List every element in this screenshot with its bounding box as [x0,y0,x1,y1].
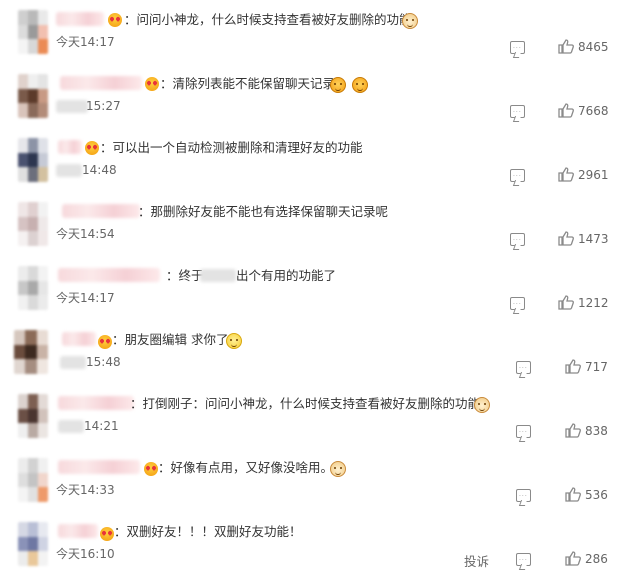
comment-row: ：清除列表能不能保留聊天记录 15:27 ··· 7668 [0,66,630,130]
thumbs-up-icon[interactable] [558,295,574,310]
comment-time: 今天14:33 [56,483,115,497]
comment-text: ：打倒刚子：问问小神龙，什么时候支持查看被好友删除的功能 [130,396,481,411]
comment-text: ：终于 [166,268,204,283]
comment-row: ：朋友圈编辑 求你了 15:48 ··· 717 [0,322,630,386]
avatar[interactable] [14,330,48,374]
badge-icon [100,527,114,541]
thumbs-up-icon[interactable] [565,487,581,502]
like-count: 8465 [578,40,609,54]
thumbs-up-icon[interactable] [558,167,574,182]
avatar[interactable] [18,266,48,310]
comment-row: ：打倒刚子：问问小神龙，什么时候支持查看被好友删除的功能 14:21 ··· 8… [0,386,630,450]
like-count: 536 [585,488,608,502]
dog-emoji-icon [330,461,346,477]
username-blurred[interactable] [62,332,96,346]
comment-row: ：双删好友！！！双删好友功能！ 今天16:10 投诉 ··· 286 [0,514,630,578]
report-link[interactable]: 投诉 [464,551,489,570]
angry-emoji-icon [352,77,368,93]
comment-time: 14:48 [82,163,117,177]
badge-icon [85,141,99,155]
comment-text: ：问问小神龙，什么时候支持查看被好友删除的功能 [124,12,412,27]
thumbs-up-icon[interactable] [565,359,581,374]
thumbs-up-icon[interactable] [558,231,574,246]
badge-icon [144,462,158,476]
username-blurred[interactable] [56,12,104,26]
thumbs-up-icon[interactable] [565,423,581,438]
comment-row: ：那删除好友能不能也有选择保留聊天记录呢 今天14:54 ··· 1473 [0,194,630,258]
username-blurred[interactable] [60,76,142,90]
time-prefix-blurred [56,164,82,177]
avatar[interactable] [18,10,48,54]
username-blurred[interactable] [58,524,98,538]
reply-icon[interactable]: ··· [516,489,531,502]
badge-icon [145,77,159,91]
reply-icon[interactable]: ··· [510,41,525,54]
like-count: 286 [585,552,608,566]
reply-icon[interactable]: ··· [516,425,531,438]
dog-emoji-icon [402,13,418,29]
reply-icon[interactable]: ··· [510,297,525,310]
username-blurred[interactable] [62,204,140,218]
like-count: 717 [585,360,608,374]
username-blurred[interactable] [58,396,134,410]
comment-text-rest: 出个有用的功能了 [236,268,337,283]
comment-text: ：朋友圈编辑 求你了 [112,332,229,347]
reply-icon[interactable]: ··· [516,361,531,374]
like-count: 2961 [578,168,609,182]
thumbs-up-icon[interactable] [558,103,574,118]
dog-emoji-icon [474,397,490,413]
avatar[interactable] [18,458,48,502]
comment-row: ：可以出一个自动检测被删除和清理好友的功能 14:48 ··· 2961 [0,130,630,194]
username-blurred[interactable] [58,460,140,474]
avatar[interactable] [18,138,48,182]
thumbs-up-icon[interactable] [565,551,581,566]
badge-icon [98,335,112,349]
avatar[interactable] [18,74,48,118]
reply-icon[interactable]: ··· [510,233,525,246]
angry-emoji-icon [330,77,346,93]
blurred-text [200,269,236,282]
comment-text: ：清除列表能不能保留聊天记录 [160,76,336,91]
like-count: 1473 [578,232,609,246]
time-prefix-blurred [60,356,86,369]
like-count: 7668 [578,104,609,118]
avatar[interactable] [18,394,48,438]
comment-row: ：问问小神龙，什么时候支持查看被好友删除的功能 今天14:17 ··· 8465 [0,2,630,66]
reply-icon[interactable]: ··· [510,105,525,118]
avatar[interactable] [18,202,48,246]
avatar[interactable] [18,522,48,566]
thumbs-up-icon[interactable] [558,39,574,54]
comment-text: ：可以出一个自动检测被删除和清理好友的功能 [100,140,363,155]
comment-time: 今天14:17 [56,291,115,305]
comment-time: 14:21 [84,419,119,433]
reply-icon[interactable]: ··· [516,553,531,566]
badge-icon [108,13,122,27]
time-prefix-blurred [56,100,88,113]
username-blurred[interactable] [58,268,160,282]
reply-icon[interactable]: ··· [510,169,525,182]
like-count: 1212 [578,296,609,310]
comment-time: 15:27 [86,99,121,113]
comment-text: ：好像有点用，又好像没啥用。 [158,460,334,475]
comment-time: 今天14:17 [56,35,115,49]
sad-emoji-icon [226,333,242,349]
username-blurred[interactable] [58,140,82,154]
time-prefix-blurred [58,420,84,433]
comment-row: ：好像有点用，又好像没啥用。 今天14:33 ··· 536 [0,450,630,514]
comment-row: ：终于 出个有用的功能了 今天14:17 ··· 1212 [0,258,630,322]
comment-time: 今天16:10 [56,547,115,561]
comment-time: 今天14:54 [56,227,115,241]
comment-text: ：双删好友！！！双删好友功能！ [114,524,302,539]
comment-text: ：那删除好友能不能也有选择保留聊天记录呢 [138,204,389,219]
like-count: 838 [585,424,608,438]
comment-time: 15:48 [86,355,121,369]
